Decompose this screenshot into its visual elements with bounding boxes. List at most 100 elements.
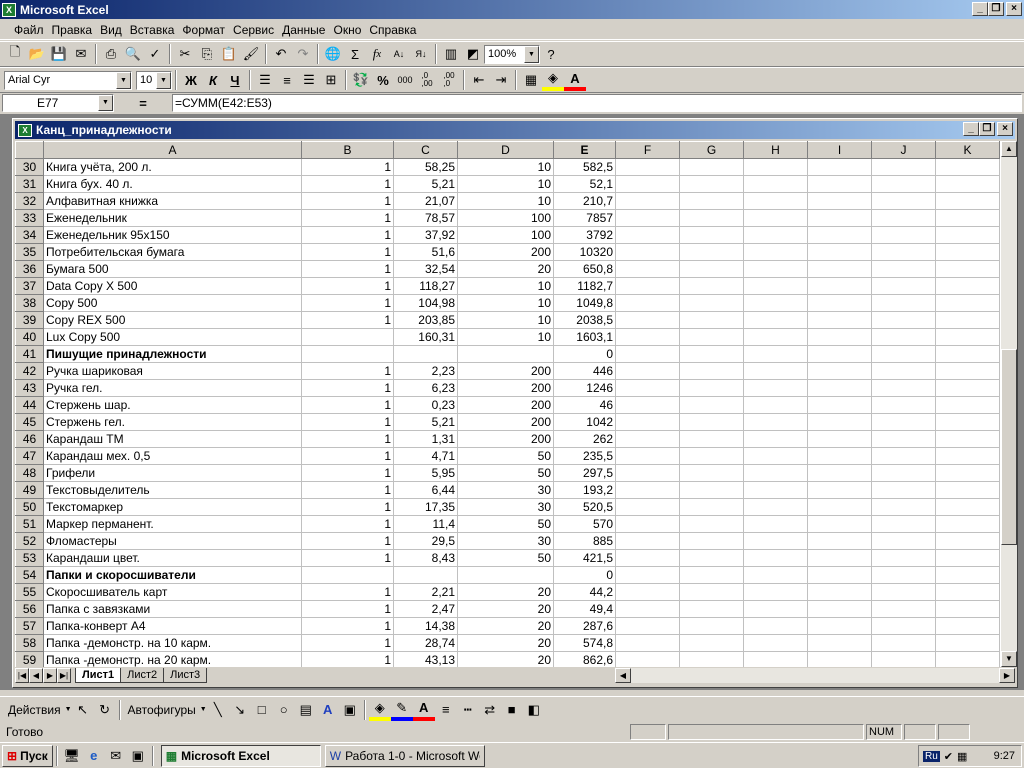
- cell-b[interactable]: 1: [301, 430, 394, 448]
- undo-icon[interactable]: ↶: [270, 43, 292, 65]
- cell-empty[interactable]: [743, 498, 808, 516]
- cell-b[interactable]: 1: [301, 413, 394, 431]
- cell-c[interactable]: 28,74: [393, 634, 458, 652]
- cell-empty[interactable]: [679, 260, 744, 278]
- cell-empty[interactable]: [615, 328, 680, 346]
- borders-icon[interactable]: ▦: [520, 69, 542, 91]
- cell-empty[interactable]: [935, 447, 1000, 465]
- cell-c[interactable]: 58,25: [393, 158, 458, 176]
- column-header[interactable]: K: [935, 141, 1000, 159]
- cell-empty[interactable]: [743, 515, 808, 533]
- cell-b[interactable]: 1: [301, 192, 394, 210]
- scroll-right-icon[interactable]: ▶: [999, 668, 1015, 683]
- cell-e[interactable]: 570: [553, 515, 616, 533]
- cell-empty[interactable]: [615, 379, 680, 397]
- cell-b[interactable]: 1: [301, 651, 394, 667]
- tray-icon[interactable]: ✔: [944, 750, 953, 763]
- start-button[interactable]: ⊞ Пуск: [2, 744, 53, 767]
- cell-empty[interactable]: [807, 379, 872, 397]
- cut-icon[interactable]: ✂: [174, 43, 196, 65]
- row-header[interactable]: 31: [15, 175, 44, 193]
- cell-empty[interactable]: [743, 294, 808, 312]
- cell-c[interactable]: 203,85: [393, 311, 458, 329]
- cell-a[interactable]: Папка с завязками: [43, 600, 302, 618]
- help-icon[interactable]: ?: [540, 43, 562, 65]
- cell-empty[interactable]: [743, 277, 808, 295]
- cell-c[interactable]: 2,23: [393, 362, 458, 380]
- tray-icon[interactable]: ▦: [957, 750, 967, 763]
- merge-center-icon[interactable]: ⊞: [320, 69, 342, 91]
- cell-empty[interactable]: [935, 260, 1000, 278]
- menu-help[interactable]: Справка: [365, 23, 420, 37]
- rectangle-icon[interactable]: □: [251, 699, 273, 721]
- cell-c[interactable]: 6,44: [393, 481, 458, 499]
- row-header[interactable]: 47: [15, 447, 44, 465]
- cell-empty[interactable]: [743, 192, 808, 210]
- cell-e[interactable]: 44,2: [553, 583, 616, 601]
- prev-sheet-icon[interactable]: ◀: [29, 668, 43, 683]
- internet-explorer-icon[interactable]: e: [83, 745, 105, 767]
- cell-e[interactable]: 3792: [553, 226, 616, 244]
- cell-empty[interactable]: [679, 583, 744, 601]
- cell-b[interactable]: 1: [301, 243, 394, 261]
- increase-decimal-button[interactable]: ,0 ,00: [416, 69, 438, 91]
- line-color-icon[interactable]: ✎: [390, 699, 413, 721]
- cell-c[interactable]: 29,5: [393, 532, 458, 550]
- cell-d[interactable]: 20: [457, 617, 554, 635]
- cell-c[interactable]: 5,21: [393, 175, 458, 193]
- cell-empty[interactable]: [615, 243, 680, 261]
- cell-e[interactable]: 210,7: [553, 192, 616, 210]
- decrease-indent-icon[interactable]: ⇤: [468, 69, 490, 91]
- cell-d[interactable]: 20: [457, 651, 554, 667]
- cell-empty[interactable]: [679, 498, 744, 516]
- cell-d[interactable]: 50: [457, 447, 554, 465]
- cell-c[interactable]: 2,21: [393, 583, 458, 601]
- cell-d[interactable]: 50: [457, 515, 554, 533]
- cell-b[interactable]: 1: [301, 158, 394, 176]
- cell-c[interactable]: 11,4: [393, 515, 458, 533]
- cell-e[interactable]: 262: [553, 430, 616, 448]
- cell-b[interactable]: 1: [301, 294, 394, 312]
- cell-a[interactable]: Карандаш мех. 0,5: [43, 447, 302, 465]
- cell-empty[interactable]: [807, 481, 872, 499]
- print-icon[interactable]: ⎙: [100, 43, 122, 65]
- cell-a[interactable]: Карандаш ТМ: [43, 430, 302, 448]
- increase-indent-icon[interactable]: ⇥: [490, 69, 512, 91]
- close-button[interactable]: ×: [997, 122, 1013, 136]
- cell-empty[interactable]: [935, 481, 1000, 499]
- cell-b[interactable]: 1: [301, 175, 394, 193]
- cell-empty[interactable]: [743, 583, 808, 601]
- cell-empty[interactable]: [743, 175, 808, 193]
- cell-empty[interactable]: [807, 464, 872, 482]
- cell-empty[interactable]: [807, 192, 872, 210]
- chevron-down-icon[interactable]: ▼: [524, 45, 539, 63]
- cell-empty[interactable]: [935, 294, 1000, 312]
- row-header[interactable]: 54: [15, 566, 44, 584]
- cell-empty[interactable]: [743, 549, 808, 567]
- cell-empty[interactable]: [743, 617, 808, 635]
- column-header[interactable]: D: [457, 141, 554, 159]
- cell-c[interactable]: 4,71: [393, 447, 458, 465]
- column-header[interactable]: I: [807, 141, 872, 159]
- outlook-icon[interactable]: ✉: [105, 745, 127, 767]
- row-header[interactable]: 40: [15, 328, 44, 346]
- cell-empty[interactable]: [807, 515, 872, 533]
- new-icon[interactable]: 🗋: [4, 43, 26, 65]
- cell-empty[interactable]: [743, 209, 808, 227]
- cell-empty[interactable]: [679, 464, 744, 482]
- cell-e[interactable]: 0: [553, 566, 616, 584]
- vertical-scrollbar[interactable]: ▲ ▼: [1001, 141, 1017, 667]
- cell-d[interactable]: [457, 345, 554, 363]
- cell-d[interactable]: 30: [457, 481, 554, 499]
- cell-e[interactable]: 862,6: [553, 651, 616, 667]
- cell-empty[interactable]: [807, 617, 872, 635]
- cell-empty[interactable]: [807, 600, 872, 618]
- cell-empty[interactable]: [743, 158, 808, 176]
- cell-empty[interactable]: [615, 430, 680, 448]
- drawing-icon[interactable]: ◩: [462, 43, 484, 65]
- font-color-icon[interactable]: A: [412, 699, 435, 721]
- cell-empty[interactable]: [807, 260, 872, 278]
- cell-empty[interactable]: [615, 600, 680, 618]
- cell-a[interactable]: Маркер перманент.: [43, 515, 302, 533]
- cell-a[interactable]: Папка -демонстр. на 10 карм.: [43, 634, 302, 652]
